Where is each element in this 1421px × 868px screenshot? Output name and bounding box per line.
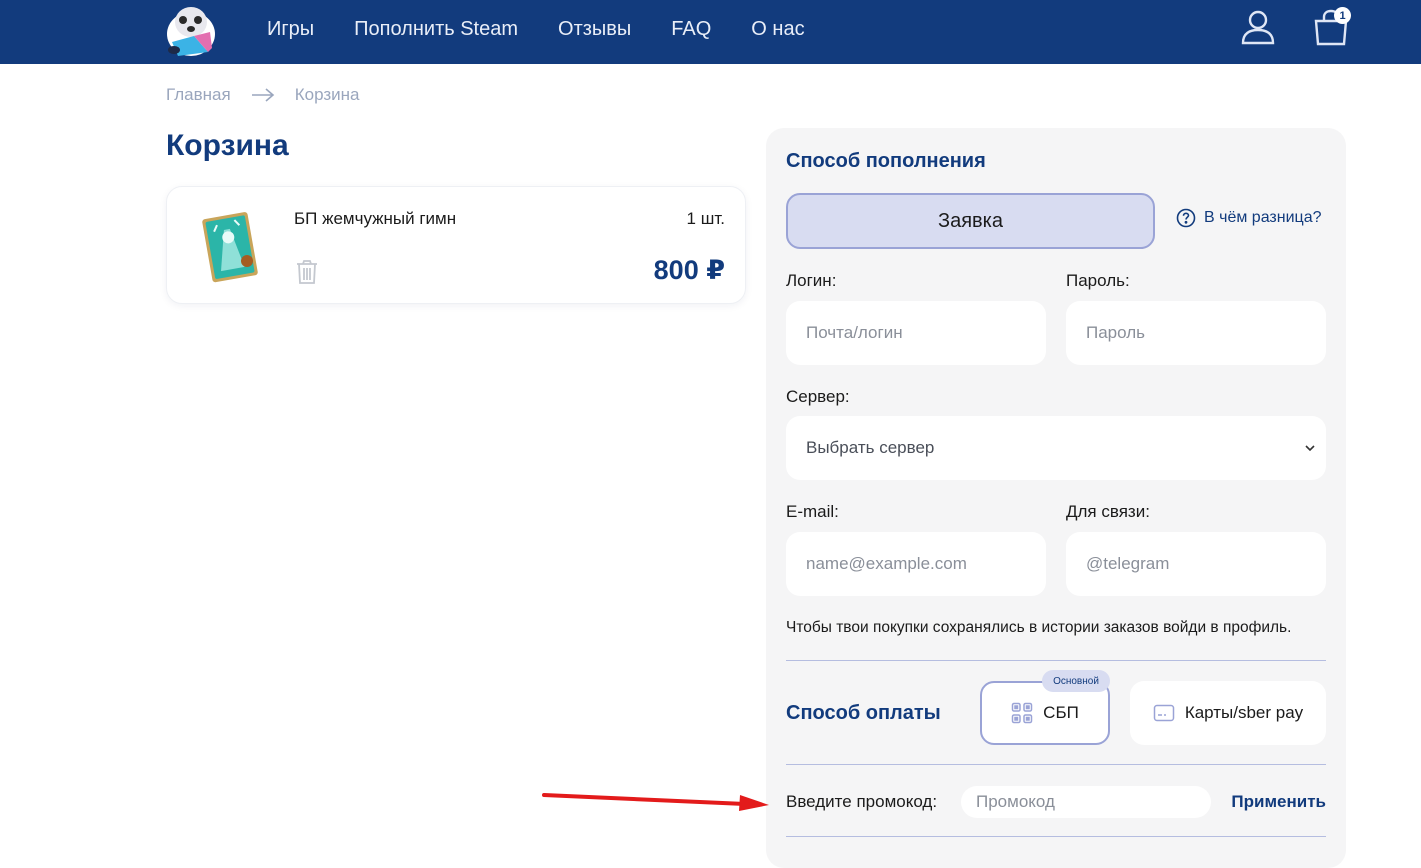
- login-hint-text: Чтобы твои покупки сохранялись в истории…: [786, 619, 1292, 636]
- payment-card-button[interactable]: Карты/sber pay: [1130, 681, 1326, 745]
- checkout-panel: Способ пополнения Заявка В чём разница? …: [766, 128, 1346, 868]
- divider: [786, 764, 1326, 765]
- contact-label: Для связи:: [1066, 502, 1150, 521]
- nav-link-about[interactable]: О нас: [751, 18, 804, 41]
- login-input[interactable]: [786, 301, 1046, 365]
- page-title: Корзина: [166, 129, 289, 162]
- promo-label: Введите промокод:: [786, 792, 938, 811]
- credit-card-icon: [1153, 704, 1175, 722]
- password-input[interactable]: [1066, 301, 1326, 365]
- contact-input[interactable]: [1066, 532, 1326, 596]
- item-price: 800 ₽: [653, 255, 725, 285]
- item-image[interactable]: [197, 209, 265, 285]
- nav-link-faq[interactable]: FAQ: [671, 18, 711, 41]
- payment-card-label: Карты/sber pay: [1184, 703, 1304, 722]
- nav-link-reviews[interactable]: Отзывы: [558, 18, 631, 41]
- primary-badge: Основной: [1042, 670, 1110, 692]
- cart-item: БП жемчужный гимн 1 шт. 800 ₽: [166, 186, 746, 304]
- server-select-value: Выбрать сервер: [806, 438, 935, 457]
- annotation-arrow: [542, 793, 769, 811]
- server-select[interactable]: Выбрать сервер: [786, 416, 1326, 480]
- promo-input[interactable]: [961, 786, 1211, 818]
- breadcrumb-current: Корзина: [294, 85, 360, 104]
- divider: [786, 836, 1326, 837]
- email-label: E-mail:: [786, 502, 839, 521]
- payment-method-title: Способ оплаты: [786, 702, 941, 724]
- trash-icon[interactable]: [295, 259, 319, 285]
- apply-promo-button[interactable]: Применить: [1231, 792, 1326, 812]
- email-input[interactable]: [786, 532, 1046, 596]
- method-request-button[interactable]: Заявка: [786, 193, 1155, 249]
- topup-method-title: Способ пополнения: [786, 150, 986, 172]
- payment-sbp-label: СБП: [1043, 703, 1079, 722]
- cart-count-badge: 1: [1334, 7, 1351, 24]
- difference-link[interactable]: В чём разница?: [1176, 208, 1321, 228]
- user-icon[interactable]: [1240, 9, 1276, 45]
- item-name: БП жемчужный гимн: [294, 209, 457, 228]
- breadcrumb: Главная Корзина: [166, 85, 359, 105]
- chevron-down-icon: [1305, 445, 1315, 452]
- password-label: Пароль:: [1066, 271, 1130, 290]
- difference-link-label: В чём разница?: [1204, 209, 1322, 226]
- item-quantity: 1 шт.: [686, 209, 725, 228]
- nav-link-games[interactable]: Игры: [267, 18, 314, 41]
- breadcrumb-home-link[interactable]: Главная: [166, 85, 231, 105]
- qr-code-icon: [1011, 702, 1033, 724]
- login-label: Логин:: [786, 271, 837, 290]
- divider: [786, 660, 1326, 661]
- nav-link-steam-topup[interactable]: Пополнить Steam: [354, 18, 518, 41]
- logo[interactable]: [164, 2, 218, 58]
- server-label: Сервер:: [786, 387, 850, 406]
- arrow-right-icon: [251, 88, 274, 102]
- site-header: Игры Пополнить Steam Отзывы FAQ О нас 1: [0, 0, 1421, 64]
- main-nav: Игры Пополнить Steam Отзывы FAQ О нас: [267, 0, 805, 58]
- question-circle-icon: [1176, 208, 1196, 228]
